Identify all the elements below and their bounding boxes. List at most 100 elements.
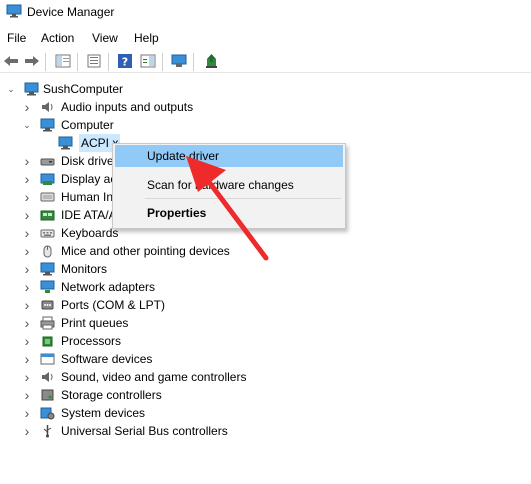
tree-item-label: Processors (61, 334, 122, 348)
tree-item[interactable]: › Universal Serial Bus controllers (0, 422, 531, 440)
tree-item[interactable]: › Print queues (0, 314, 531, 332)
scan-monitor-icon (171, 54, 187, 67)
expand-chevron-icon[interactable]: › (22, 278, 32, 296)
tree-root[interactable]: ⌄ SushComputer (0, 80, 531, 98)
expand-chevron-icon[interactable]: › (22, 386, 32, 404)
tree-root-label: SushComputer (43, 82, 124, 96)
printer-icon (40, 316, 55, 330)
expand-chevron-icon[interactable]: › (22, 296, 32, 314)
monitor-icon (40, 118, 55, 132)
update-driver-toolbar-button[interactable] (203, 53, 219, 69)
expand-chevron-icon[interactable]: › (22, 188, 32, 206)
update-driver-icon (206, 54, 217, 68)
tree-item-label: Monitors (61, 262, 108, 276)
show-hide-tree-button[interactable] (55, 53, 71, 69)
network-icon (40, 280, 55, 293)
tree-item-label: System devices (61, 406, 146, 420)
keyboard-icon (40, 229, 55, 238)
tree-item[interactable]: › Storage controllers (0, 386, 531, 404)
tree-item[interactable]: › Software devices (0, 350, 531, 368)
storage-icon (41, 389, 54, 401)
tree-item[interactable]: › Network adapters (0, 278, 531, 296)
tree-item[interactable]: › Ports (COM & LPT) (0, 296, 531, 314)
expand-chevron-icon[interactable]: › (22, 314, 32, 332)
expand-chevron-icon[interactable]: › (22, 152, 32, 170)
action-pane-button[interactable] (140, 53, 156, 69)
speaker-icon (42, 372, 53, 382)
tree-item-label: Universal Serial Bus controllers (61, 424, 228, 438)
console-tree-icon (55, 54, 71, 68)
monitor-icon (40, 262, 55, 276)
expand-chevron-icon[interactable]: › (22, 332, 32, 350)
tree-item-label: Software devices (61, 352, 153, 366)
menu-help[interactable]: Help (134, 31, 159, 45)
tree-item[interactable]: ⌄ Computer (0, 116, 531, 134)
computer-icon (24, 82, 39, 96)
display-adapter-icon (40, 173, 55, 185)
tree-item-label: Audio inputs and outputs (61, 100, 194, 114)
tree-item-label: Human In (61, 190, 114, 204)
tree-item-label: Ports (COM & LPT) (61, 298, 166, 312)
forward-arrow-icon (25, 56, 39, 66)
disk-drive-icon (40, 158, 55, 166)
help-toolbar-button[interactable]: ? (117, 53, 133, 69)
processor-icon (42, 336, 53, 347)
speaker-icon (42, 102, 53, 112)
usb-icon (43, 425, 52, 438)
mouse-icon (43, 245, 52, 258)
toolbar-separator (108, 53, 109, 71)
toolbar-separator (162, 53, 163, 71)
expand-chevron-icon[interactable]: › (22, 350, 32, 368)
back-button[interactable] (3, 53, 19, 69)
expand-chevron-icon[interactable]: › (22, 242, 32, 260)
tree-item-label: IDE ATA/A (61, 208, 117, 222)
menu-action[interactable]: Action (41, 31, 74, 45)
toolbar: ? (0, 50, 531, 73)
collapse-chevron-icon[interactable]: ⌄ (22, 116, 32, 134)
annotation-arrow (186, 156, 269, 261)
menu-view[interactable]: View (92, 31, 118, 45)
tree-item-label: Disk drive (61, 154, 114, 168)
ide-controller-icon (40, 210, 55, 221)
scan-hardware-button[interactable] (171, 53, 187, 69)
system-device-icon (40, 407, 55, 420)
tree-item[interactable]: › Processors (0, 332, 531, 350)
tree-item-label: Display ac (61, 172, 117, 186)
hid-icon (40, 192, 55, 202)
expand-chevron-icon[interactable]: › (22, 404, 32, 422)
tree-item[interactable]: › Sound, video and game controllers (0, 368, 531, 386)
expand-chevron-icon[interactable]: › (22, 368, 32, 386)
properties-toolbar-button[interactable] (86, 53, 102, 69)
tree-item-label: Storage controllers (61, 388, 162, 402)
expand-chevron-icon[interactable]: › (22, 206, 32, 224)
title-bar: Device Manager (0, 0, 531, 24)
toolbar-separator (45, 53, 46, 71)
software-device-icon (40, 353, 55, 365)
tree-item[interactable]: › Audio inputs and outputs (0, 98, 531, 116)
monitor-icon (58, 136, 73, 150)
tree-item-label: Sound, video and game controllers (61, 370, 247, 384)
tree-item-label: Keyboards (61, 226, 119, 240)
tree-item-label: Computer (61, 118, 114, 132)
menu-file[interactable]: File (7, 31, 26, 45)
toolbar-separator (193, 53, 194, 71)
back-arrow-icon (4, 56, 18, 66)
menu-bar: File Action View Help (0, 28, 531, 48)
expand-chevron-icon[interactable]: › (22, 98, 32, 116)
help-icon: ? (118, 54, 132, 69)
properties-sheet-icon (87, 54, 101, 68)
svg-text:?: ? (122, 56, 128, 69)
expand-chevron-icon[interactable]: › (22, 260, 32, 278)
device-manager-icon (6, 4, 22, 18)
collapse-chevron-icon[interactable]: ⌄ (6, 80, 16, 98)
toolbar-separator (77, 53, 78, 71)
tree-item-label: Print queues (61, 316, 129, 330)
expand-chevron-icon[interactable]: › (22, 170, 32, 188)
expand-chevron-icon[interactable]: › (22, 422, 32, 440)
tree-item[interactable]: › System devices (0, 404, 531, 422)
window-title: Device Manager (27, 5, 115, 19)
tree-item-label: Network adapters (61, 280, 156, 294)
forward-button[interactable] (24, 53, 40, 69)
expand-chevron-icon[interactable]: › (22, 224, 32, 242)
action-pane-icon (140, 54, 156, 68)
